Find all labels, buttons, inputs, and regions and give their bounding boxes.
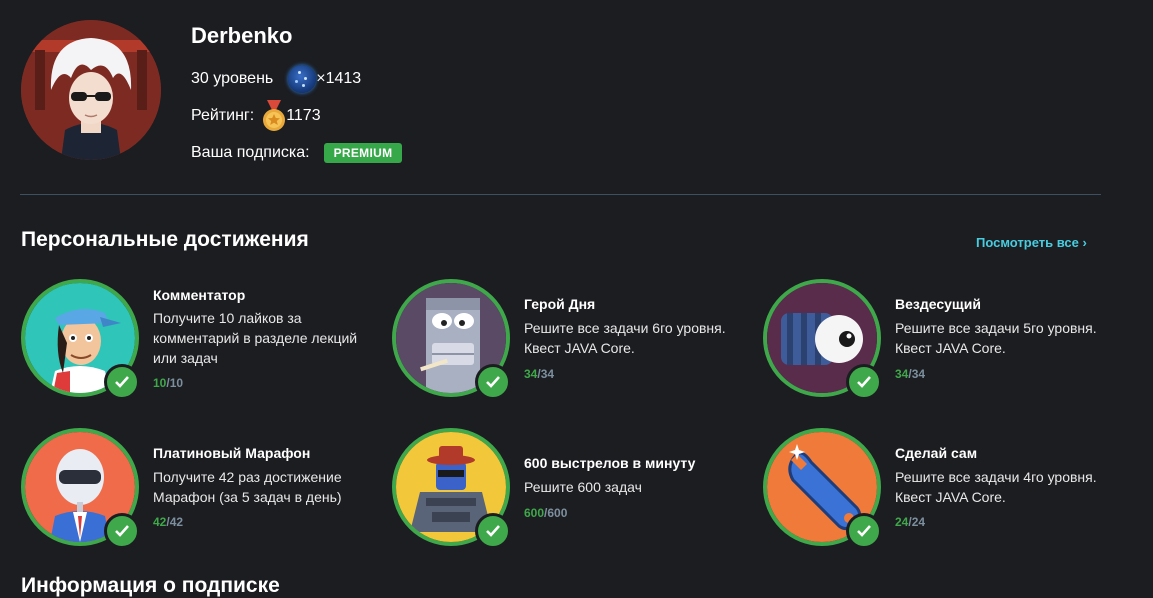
see-all-link[interactable]: Посмотреть все ›	[976, 235, 1087, 250]
achievement-description: Получите 10 лайков за комментарий в разд…	[153, 310, 358, 366]
progress-total: /24	[908, 515, 926, 529]
rating-label: Рейтинг:	[191, 107, 255, 124]
rating-value: 1173	[286, 107, 321, 124]
subscription-info-title: Информация о подписке	[21, 574, 280, 597]
dark-matter-value: ×1413	[316, 70, 362, 87]
progress-total: /10	[166, 376, 184, 390]
progress-done: 42	[153, 515, 167, 529]
achievement-progress: 10/10	[153, 376, 183, 390]
achievement-card[interactable]: Комментатор Получите 10 лайков за коммен…	[21, 279, 381, 409]
achievement-title: 600 выстрелов в минуту	[524, 455, 696, 471]
progress-done: 24	[895, 515, 909, 529]
subscription-label: Ваша подписка:	[191, 144, 310, 161]
user-name: Derbenko	[191, 23, 293, 48]
divider	[20, 194, 1101, 195]
achievement-description: Решите все задачи 4го уровня. Квест JAVA…	[895, 469, 1097, 505]
progress-total: /34	[908, 367, 926, 381]
progress-total: /34	[537, 367, 555, 381]
profile-header: Derbenko 30 уровень ×1413 Рейтинг: 1173 …	[0, 0, 1153, 190]
achievement-progress: 600/600	[524, 506, 567, 520]
achievement-description: Решите 600 задач	[524, 479, 642, 495]
achievement-progress: 42/42	[153, 515, 183, 529]
achievement-description: Получите 42 раз достижение Марафон (за 5…	[153, 469, 342, 505]
achievement-title: Платиновый Марафон	[153, 445, 311, 461]
checkmark-icon	[846, 513, 882, 549]
level-text: 30 уровень	[191, 70, 274, 87]
checkmark-icon	[475, 364, 511, 400]
achievements-title: Персональные достижения	[21, 228, 309, 251]
achievement-card[interactable]: Вездесущий Решите все задачи 5го уровня.…	[763, 279, 1123, 409]
checkmark-icon	[846, 364, 882, 400]
rating-row: Рейтинг: 1173	[191, 100, 321, 132]
achievement-progress: 34/34	[895, 367, 925, 381]
progress-done: 600	[524, 506, 545, 520]
level-row: 30 уровень ×1413	[191, 64, 361, 94]
progress-done: 34	[524, 367, 538, 381]
progress-total: /42	[166, 515, 184, 529]
achievement-title: Герой Дня	[524, 296, 596, 312]
achievement-card[interactable]: Сделай сам Решите все задачи 4го уровня.…	[763, 428, 1123, 558]
achievement-title: Вездесущий	[895, 296, 981, 312]
checkmark-icon	[475, 513, 511, 549]
achievement-title: Комментатор	[153, 287, 246, 303]
achievement-progress: 34/34	[524, 367, 554, 381]
achievement-description: Решите все задачи 6го уровня. Квест JAVA…	[524, 320, 726, 356]
achievement-card[interactable]: 600 выстрелов в минуту Решите 600 задач …	[392, 428, 752, 558]
achievement-card[interactable]: Платиновый Марафон Получите 42 раз дости…	[21, 428, 381, 558]
dark-matter-icon	[288, 65, 317, 93]
avatar[interactable]	[21, 20, 161, 160]
premium-badge[interactable]: PREMIUM	[323, 143, 403, 163]
achievement-progress: 24/24	[895, 515, 925, 529]
progress-total: /600	[544, 506, 568, 520]
progress-done: 34	[895, 367, 909, 381]
checkmark-icon	[104, 364, 140, 400]
subscription-row: Ваша подписка: PREMIUM	[191, 138, 403, 168]
achievement-title: Сделай сам	[895, 445, 978, 461]
medal-icon	[262, 100, 286, 132]
progress-done: 10	[153, 376, 167, 390]
checkmark-icon	[104, 513, 140, 549]
achievement-card[interactable]: Герой Дня Решите все задачи 6го уровня. …	[392, 279, 752, 409]
achievement-description: Решите все задачи 5го уровня. Квест JAVA…	[895, 320, 1097, 356]
